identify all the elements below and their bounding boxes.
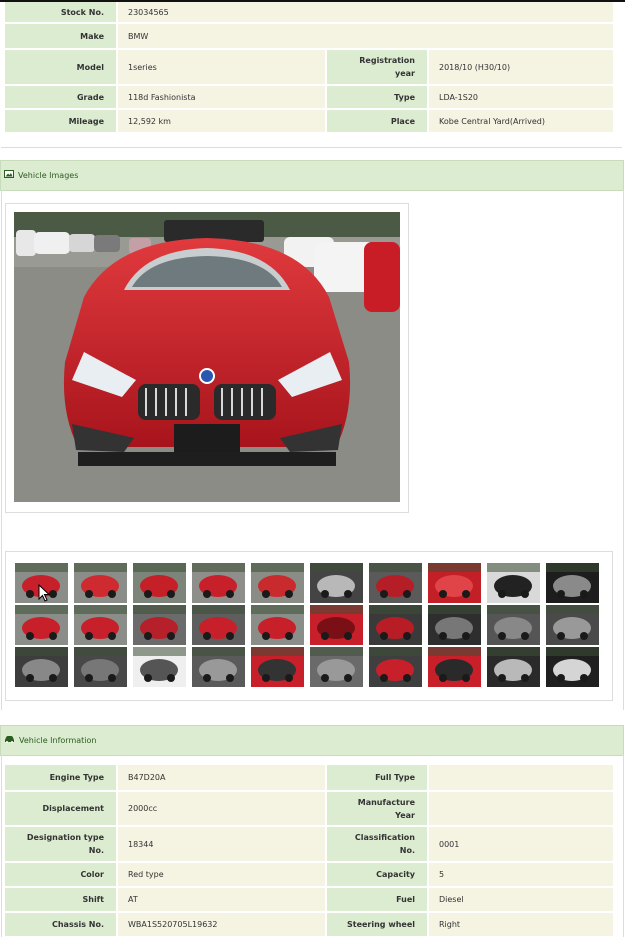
vehicle-information-title: Vehicle Information xyxy=(19,736,97,745)
vehicle-thumbnail[interactable] xyxy=(310,605,363,645)
full-type-label: Full Type xyxy=(327,765,427,790)
designation-type-value: 18344 xyxy=(118,827,325,861)
vehicle-thumbnail[interactable] xyxy=(546,605,599,645)
classification-no-value: 0001 xyxy=(429,827,613,861)
steering-wheel-value: Right xyxy=(429,913,613,936)
vehicle-thumbnail[interactable] xyxy=(133,647,186,687)
chassis-no-label: Chassis No. xyxy=(5,913,116,936)
fuel-label: Fuel xyxy=(327,888,427,911)
vehicle-thumbnail[interactable] xyxy=(133,563,186,603)
vehicle-images-title: Vehicle Images xyxy=(18,171,79,180)
type-value: LDA-1S20 xyxy=(429,86,613,108)
mileage-label: Mileage xyxy=(5,110,116,132)
grade-value: 118d Fashionista xyxy=(118,86,325,108)
shift-label: Shift xyxy=(5,888,116,911)
classification-no-label: Classification No. xyxy=(327,827,427,861)
engine-type-label: Engine Type xyxy=(5,765,116,790)
vehicle-thumbnail[interactable] xyxy=(192,605,245,645)
capacity-value: 5 xyxy=(429,863,613,886)
vehicle-thumbnail[interactable] xyxy=(251,563,304,603)
vehicle-thumbnail[interactable] xyxy=(546,563,599,603)
mouse-cursor-icon xyxy=(38,584,50,602)
designation-type-label: Designation type No. xyxy=(5,827,116,861)
make-label: Make xyxy=(5,24,116,48)
vehicle-thumbnail[interactable] xyxy=(369,605,422,645)
vehicle-thumbnail[interactable] xyxy=(428,647,481,687)
registration-year-label: Registration year xyxy=(327,50,427,84)
vehicle-thumbnail[interactable] xyxy=(487,647,540,687)
shift-value: AT xyxy=(118,888,325,911)
chassis-no-value: WBA1S520705L19632 xyxy=(118,913,325,936)
color-value: Red type xyxy=(118,863,325,886)
vehicle-thumbnail[interactable] xyxy=(74,563,127,603)
vehicle-thumbnail[interactable] xyxy=(310,647,363,687)
make-value: BMW xyxy=(118,24,613,48)
grade-label: Grade xyxy=(5,86,116,108)
displacement-label: Displacement xyxy=(5,792,116,825)
fuel-value: Diesel xyxy=(429,888,613,911)
vehicle-thumbnail[interactable] xyxy=(369,647,422,687)
vehicle-thumbnail[interactable] xyxy=(192,563,245,603)
vehicle-thumbnail[interactable] xyxy=(546,647,599,687)
registration-year-value: 2018/10 (H30/10) xyxy=(429,50,613,84)
vehicle-information-table: Engine Type B47D20A Full Type Displaceme… xyxy=(3,763,615,938)
steering-wheel-label: Steering wheel xyxy=(327,913,427,936)
vehicle-thumbnail[interactable] xyxy=(428,605,481,645)
vehicle-thumbnail[interactable] xyxy=(251,605,304,645)
vehicle-images-header: Vehicle Images xyxy=(0,160,624,191)
mileage-value: 12,592 km xyxy=(118,110,325,132)
capacity-label: Capacity xyxy=(327,863,427,886)
car-icon xyxy=(4,726,15,755)
vehicle-thumbnail[interactable] xyxy=(310,563,363,603)
place-label: Place xyxy=(327,110,427,132)
image-icon xyxy=(4,161,14,190)
main-vehicle-image-frame xyxy=(5,203,409,513)
model-value: 1series xyxy=(118,50,325,84)
color-label: Color xyxy=(5,863,116,886)
vehicle-thumbnail[interactable] xyxy=(74,605,127,645)
displacement-value: 2000cc xyxy=(118,792,325,825)
place-value: Kobe Central Yard(Arrived) xyxy=(429,110,613,132)
main-vehicle-image[interactable] xyxy=(14,212,400,502)
manufacture-year-value xyxy=(429,792,613,825)
vehicle-thumbnail[interactable] xyxy=(487,563,540,603)
vehicle-thumbnail[interactable] xyxy=(15,647,68,687)
model-label: Model xyxy=(5,50,116,84)
stock-no-label: Stock No. xyxy=(5,2,116,22)
full-type-value xyxy=(429,765,613,790)
vehicle-thumbnail[interactable] xyxy=(487,605,540,645)
type-label: Type xyxy=(327,86,427,108)
engine-type-value: B47D20A xyxy=(118,765,325,790)
panel-divider xyxy=(1,147,622,148)
vehicle-thumbnail[interactable] xyxy=(369,563,422,603)
vehicle-information-header: Vehicle Information xyxy=(0,725,624,756)
vehicle-thumbnail[interactable] xyxy=(428,563,481,603)
stock-no-value: 23034565 xyxy=(118,2,613,22)
vehicle-thumbnail[interactable] xyxy=(133,605,186,645)
vehicle-thumbnail[interactable] xyxy=(251,647,304,687)
vehicle-thumbnail[interactable] xyxy=(192,647,245,687)
vehicle-thumbnail[interactable] xyxy=(74,647,127,687)
vehicle-thumbnail[interactable] xyxy=(15,605,68,645)
vehicle-summary-table: Stock No. 23034565 Make BMW Model 1serie… xyxy=(3,0,615,134)
manufacture-year-label: Manufacture Year xyxy=(327,792,427,825)
